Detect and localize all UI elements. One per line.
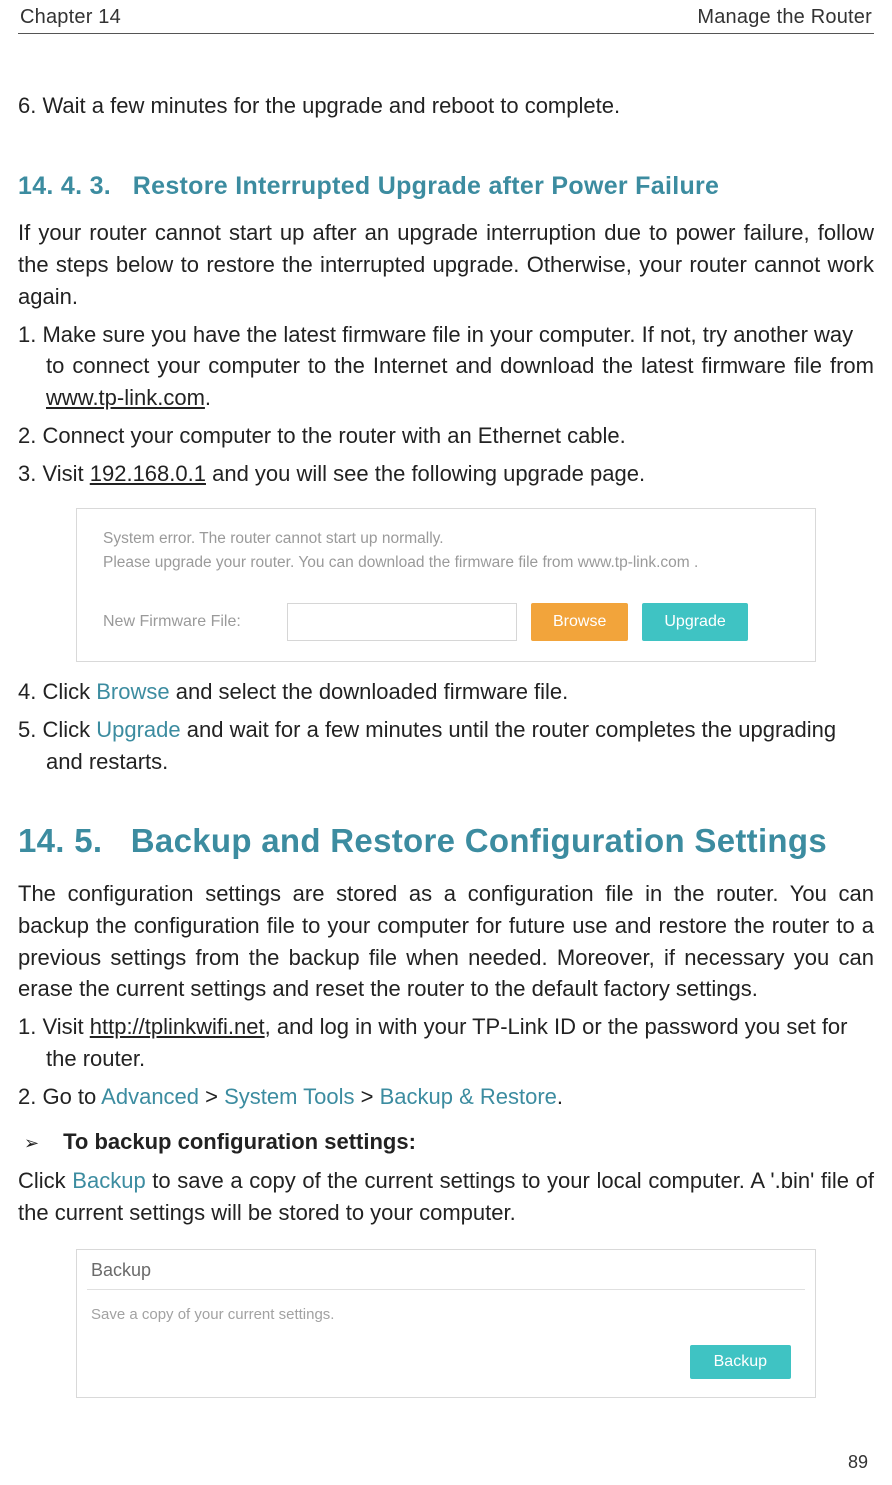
step-5-a: 5. Click xyxy=(18,717,96,742)
step-6-text: 6. Wait a few minutes for the upgrade an… xyxy=(18,90,874,122)
backup-para-a: Click xyxy=(18,1168,72,1193)
header-chapter: Chapter 14 xyxy=(20,6,121,29)
backup-paragraph: Click Backup to save a copy of the curre… xyxy=(18,1165,874,1229)
step-3-b: and you will see the following upgrade p… xyxy=(206,461,645,486)
link-tplink-com[interactable]: www.tp-link.com xyxy=(46,385,205,410)
step-4-browse: Browse xyxy=(96,679,169,704)
ss-firmware-label: New Firmware File: xyxy=(103,613,273,631)
step-3: 3. Visit 192.168.0.1 and you will see th… xyxy=(18,458,874,490)
step-5-c: and restarts. xyxy=(18,746,874,778)
heading-title: Restore Interrupted Upgrade after Power … xyxy=(133,172,719,200)
backup-box-sub: Save a copy of your current settings. xyxy=(77,1290,815,1323)
step-145-1-a: 1. Visit xyxy=(18,1014,90,1039)
backup-box-title: Backup xyxy=(77,1250,815,1289)
section-intro-1443: If your router cannot start up after an … xyxy=(18,217,874,313)
step-145-1: 1. Visit http://tplinkwifi.net, and log … xyxy=(18,1011,874,1075)
heading-14-4-3: 14. 4. 3. Restore Interrupted Upgrade af… xyxy=(18,172,874,201)
nav-system-tools: System Tools xyxy=(224,1084,354,1109)
upgrade-button[interactable]: Upgrade xyxy=(642,603,747,641)
step-5-upgrade: Upgrade xyxy=(96,717,180,742)
sub-bullet-backup: ➢ To backup configuration settings: xyxy=(18,1129,874,1155)
step-1: 1. Make sure you have the latest firmwar… xyxy=(18,319,874,415)
upgrade-page-screenshot: System error. The router cannot start up… xyxy=(76,508,816,662)
ss-error-line2: Please upgrade your router. You can down… xyxy=(103,551,795,575)
backup-para-word: Backup xyxy=(72,1168,145,1193)
step-145-1-c: the router. xyxy=(18,1043,874,1075)
step-1-line-b: to connect your computer to the Internet… xyxy=(46,353,874,378)
backup-button[interactable]: Backup xyxy=(690,1345,791,1379)
nav-advanced: Advanced xyxy=(101,1084,199,1109)
link-tplinkwifi-net[interactable]: http://tplinkwifi.net xyxy=(90,1014,265,1039)
page-number: 89 xyxy=(848,1452,868,1473)
step-1-line-c: . xyxy=(205,385,211,410)
step-145-1-b: , and log in with your TP-Link ID or the… xyxy=(265,1014,848,1039)
step-4: 4. Click Browse and select the downloade… xyxy=(18,676,874,708)
step-4-a: 4. Click xyxy=(18,679,96,704)
browse-button[interactable]: Browse xyxy=(531,603,628,641)
header-section: Manage the Router xyxy=(697,6,872,29)
step-2: 2. Connect your computer to the router w… xyxy=(18,420,874,452)
step-4-b: and select the downloaded firmware file. xyxy=(170,679,569,704)
backup-screenshot: Backup Save a copy of your current setti… xyxy=(76,1249,816,1398)
heading-14-5: 14. 5. Backup and Restore Configuration … xyxy=(18,822,874,860)
step-5: 5. Click Upgrade and wait for a few minu… xyxy=(18,714,874,778)
nav-backup-restore: Backup & Restore xyxy=(380,1084,557,1109)
backup-para-b: to save a copy of the current settings t… xyxy=(18,1168,874,1225)
step-3-a: 3. Visit xyxy=(18,461,90,486)
step-145-2: 2. Go to Advanced > System Tools > Backu… xyxy=(18,1081,874,1113)
ss-error-line1: System error. The router cannot start up… xyxy=(103,527,795,551)
heading-number-145: 14. 5. xyxy=(18,822,102,859)
step-5-b: and wait for a few minutes until the rou… xyxy=(181,717,836,742)
page-header: Chapter 14 Manage the Router xyxy=(18,0,874,34)
sub-bullet-label: To backup configuration settings: xyxy=(63,1129,416,1155)
ss-firmware-input[interactable] xyxy=(287,603,517,641)
step-1-line-a: 1. Make sure you have the latest firmwar… xyxy=(18,322,853,347)
heading-title-145: Backup and Restore Configuration Setting… xyxy=(131,822,827,859)
link-router-ip[interactable]: 192.168.0.1 xyxy=(90,461,206,486)
section-intro-145: The configuration settings are stored as… xyxy=(18,878,874,1006)
heading-number: 14. 4. 3. xyxy=(18,172,111,200)
triangle-bullet-icon: ➢ xyxy=(18,1133,39,1154)
step-145-2-a: 2. Go to xyxy=(18,1084,101,1109)
